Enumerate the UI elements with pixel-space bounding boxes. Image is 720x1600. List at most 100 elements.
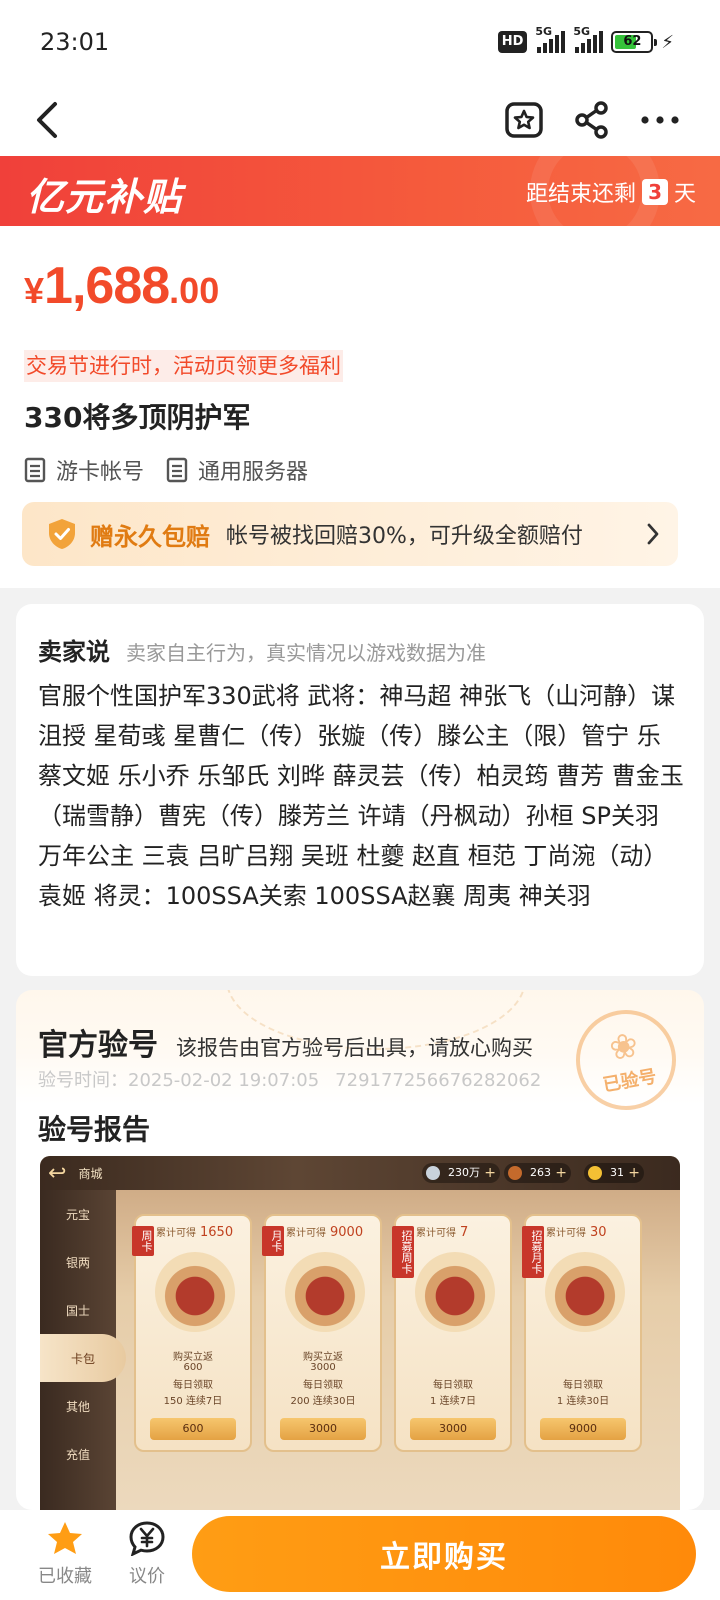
seller-header: 卖家说 卖家自主行为，真实情况以游戏数据为准 xyxy=(38,632,486,667)
product-price: ¥1,688.00 xyxy=(24,256,219,316)
accum-label: 累计可得 xyxy=(546,1228,586,1239)
daily-label: 每日领取 xyxy=(303,1380,343,1391)
favorite-button[interactable]: 已收藏 xyxy=(30,1520,100,1588)
card-accum: 累计可得 9000 xyxy=(286,1224,363,1240)
price-decimal: .00 xyxy=(169,270,220,311)
card-artwork xyxy=(155,1252,235,1332)
document-icon xyxy=(24,457,46,483)
daily-value: 200 连续30日 xyxy=(290,1396,356,1407)
bottom-action-bar: 已收藏 议价 立即购买 xyxy=(0,1510,720,1600)
price-currency: ¥ xyxy=(24,270,45,311)
share-button[interactable] xyxy=(566,94,618,146)
tag-server: 通用服务器 xyxy=(166,454,308,486)
seller-description: 官服个性国护军330武将 武将：神马超 神张飞（山河静）谋沮授 星荀彧 星曹仁（… xyxy=(38,682,684,910)
countdown-days: 3 xyxy=(642,179,668,205)
verify-desc: 该报告由官方验号后出具，请放心购买 xyxy=(176,1036,533,1060)
game-card: 招募周卡 累计可得 7 每日领取 1 连续7日 3000 xyxy=(392,1214,512,1452)
bargain-label: 议价 xyxy=(129,1566,165,1587)
battery-icon: 62 xyxy=(611,31,658,53)
daily-value: 1 连续30日 xyxy=(556,1396,610,1407)
verify-time-label: 验号时间：2025-02-02 19:07:05 xyxy=(38,1070,320,1091)
chevron-right-icon xyxy=(647,523,659,545)
card-artwork xyxy=(545,1252,625,1332)
card-price: 600 xyxy=(150,1418,236,1440)
buy-now-button[interactable]: 立即购买 xyxy=(192,1516,696,1592)
card-ribbon: 招募周卡 xyxy=(392,1226,414,1278)
bookmark-star-icon xyxy=(505,102,543,138)
price-integer: 1,688 xyxy=(44,257,170,315)
charging-icon: ⚡ xyxy=(661,31,674,53)
seller-note: 卖家自主行为，真实情况以游戏数据为准 xyxy=(126,641,486,665)
game-side-item: 国士 xyxy=(65,1303,90,1318)
daily-value: 150 连续7日 xyxy=(163,1396,223,1407)
product-tags: 游卡帐号 通用服务器 xyxy=(24,454,308,486)
festival-promo-label[interactable]: 交易节进行时，活动页领更多福利 xyxy=(24,350,343,382)
battery-percent: 62 xyxy=(623,34,642,49)
card-ribbon: 月卡 xyxy=(262,1226,284,1256)
buy-value: 600 xyxy=(183,1362,203,1373)
buy-value: 3000 xyxy=(310,1362,336,1373)
star-filled-icon xyxy=(48,1522,82,1554)
product-title: 330将多顶阴护军 xyxy=(24,401,251,434)
game-side-item: 其他 xyxy=(65,1399,90,1414)
tag-account-type: 游卡帐号 xyxy=(24,454,144,486)
accum-label: 累计可得 xyxy=(286,1228,326,1239)
stamp-text: 已验号 xyxy=(601,1066,659,1097)
subsidy-banner[interactable]: 亿元补贴 距结束还剩 3 天 xyxy=(0,156,720,226)
bargain-yen-icon xyxy=(129,1521,165,1556)
accum-value: 7 xyxy=(460,1225,469,1240)
accum-label: 累计可得 xyxy=(156,1228,196,1239)
game-screenshot[interactable]: ↩ 商城 230万 263 31 元宝 银两 国士 卡包 其他 充值 周卡 累计… xyxy=(40,1156,680,1510)
game-card: 招募月卡 累计可得 30 每日领取 1 连续30日 9000 xyxy=(522,1214,642,1452)
buy-label: 购买立返 xyxy=(173,1352,213,1363)
shield-check-icon xyxy=(49,519,75,549)
back-button[interactable] xyxy=(22,94,74,146)
favorite-label: 已收藏 xyxy=(38,1566,92,1587)
accum-label: 累计可得 xyxy=(416,1228,456,1239)
signal-icon: 5G xyxy=(535,25,566,53)
nav-bar xyxy=(0,84,720,156)
card-artwork xyxy=(415,1252,495,1332)
verify-title: 官方验号 xyxy=(38,1028,158,1063)
game-side-item: 元宝 xyxy=(65,1207,90,1222)
game-side-item: 充值 xyxy=(65,1447,90,1462)
resource-silver: 230万 xyxy=(422,1163,500,1183)
tag-label: 游卡帐号 xyxy=(56,460,145,485)
bargain-button[interactable]: 议价 xyxy=(112,1520,182,1588)
more-button[interactable] xyxy=(634,94,686,146)
favorite-page-button[interactable] xyxy=(498,94,550,146)
verify-header: 官方验号 该报告由官方验号后出具，请放心购买 xyxy=(38,1020,533,1064)
card-accum: 累计可得 1650 xyxy=(156,1224,233,1240)
game-top-bar: ↩ 商城 230万 263 31 xyxy=(40,1156,680,1190)
promo-countdown: 距结束还剩 3 天 xyxy=(526,176,696,208)
more-dots-icon xyxy=(641,116,679,124)
daily-label: 每日领取 xyxy=(433,1380,473,1391)
tag-label: 通用服务器 xyxy=(198,460,309,485)
daily-label: 每日领取 xyxy=(173,1380,213,1391)
network-type-label: 5G xyxy=(535,25,553,38)
guarantee-title: 赠永久包赔 xyxy=(90,522,210,551)
card-ribbon: 招募月卡 xyxy=(522,1226,544,1278)
card-ribbon: 周卡 xyxy=(132,1226,154,1256)
card-artwork xyxy=(285,1252,365,1332)
paw-icon: ❀ xyxy=(606,1025,642,1070)
accum-value: 30 xyxy=(590,1225,607,1240)
game-card: 周卡 累计可得 1650 购买立返 600 每日领取 150 连续7日 600 xyxy=(132,1214,252,1452)
network-type-label-2: 5G xyxy=(573,25,591,38)
product-info: ¥1,688.00 交易节进行时，活动页领更多福利 330将多顶阴护军 游卡帐号… xyxy=(0,226,720,588)
card-accum: 累计可得 30 xyxy=(546,1224,607,1240)
game-card-list: 周卡 累计可得 1650 购买立返 600 每日领取 150 连续7日 600 月… xyxy=(132,1214,642,1452)
back-arrow-icon xyxy=(37,102,57,138)
guarantee-banner[interactable]: 赠永久包赔 帐号被找回赔30%，可升级全额赔付 xyxy=(22,502,678,566)
accum-value: 9000 xyxy=(330,1225,364,1240)
verify-time: 验号时间：2025-02-02 19:07:05 7291772566762820… xyxy=(38,1066,541,1092)
status-bar: 23:01 HD 5G 5G 62 ⚡ xyxy=(0,0,720,84)
hd-voice-icon: HD xyxy=(497,31,528,53)
game-sidebar: 元宝 银两 国士 卡包 其他 充值 xyxy=(40,1190,126,1510)
document-icon xyxy=(166,457,188,483)
game-back-icon: ↩ xyxy=(48,1160,67,1186)
game-side-item-active: 卡包 xyxy=(40,1334,126,1382)
resource-coin: 263 xyxy=(504,1163,571,1183)
game-side-item: 银两 xyxy=(65,1255,90,1270)
countdown-prefix: 距结束还剩 xyxy=(526,182,637,207)
